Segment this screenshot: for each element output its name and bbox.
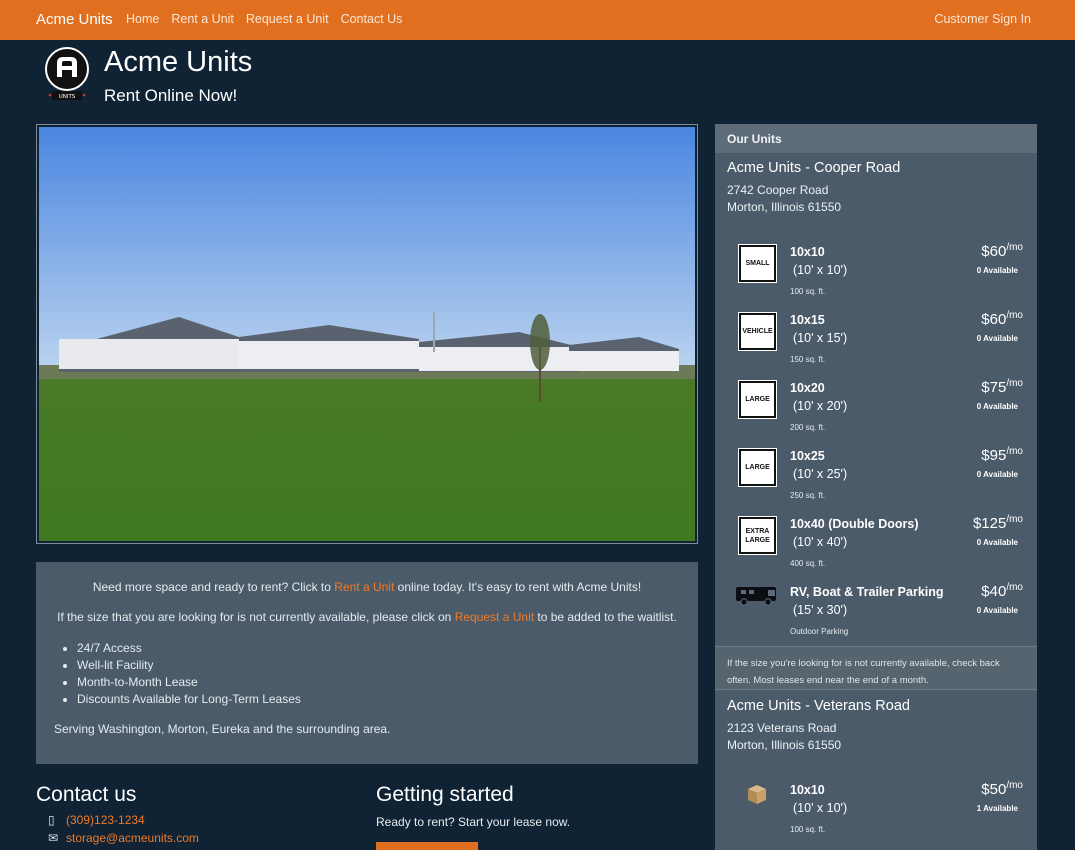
unit-row[interactable]: LARGE 10x25 (10' x 25') 250 sq. ft. $95/… — [715, 446, 1037, 514]
location-cooper-road: Acme Units - Cooper Road 2742 Cooper Roa… — [715, 160, 912, 216]
contact-heading: Contact us — [36, 783, 137, 806]
rv-vehicle-icon — [735, 585, 779, 612]
unit-title: 10x10 — [790, 245, 825, 259]
service-area-text: Serving Washington, Morton, Eureka and t… — [54, 722, 391, 736]
unit-price: $50/mo — [981, 780, 1023, 798]
unit-title: 10x25 — [790, 449, 825, 463]
unit-dimensions: (10' x 10') — [793, 263, 848, 277]
unit-area: 100 sq. ft. — [790, 825, 826, 834]
unit-row[interactable]: EXTRA LARGE 10x40 (Double Doors) (10' x … — [715, 514, 1037, 582]
unit-dimensions: (10' x 20') — [793, 399, 848, 413]
rent-a-unit-link[interactable]: Rent a Unit — [334, 580, 394, 594]
unit-price: $95/mo — [981, 446, 1023, 464]
unit-price: $60/mo — [981, 242, 1023, 260]
our-units-sidebar: Our Units Acme Units - Cooper Road 2742 … — [715, 124, 1037, 850]
unit-dimensions: (10' x 15') — [793, 331, 848, 345]
nav-request-unit-link[interactable]: Request a Unit — [246, 12, 329, 26]
box-icon — [745, 782, 769, 811]
unit-size-badge: LARGE — [738, 448, 777, 487]
unit-price: $40/mo — [981, 582, 1023, 600]
unit-dimensions: (10' x 25') — [793, 467, 848, 481]
customer-sign-in-link[interactable]: Customer Sign In — [934, 12, 1031, 26]
email-link[interactable]: storage@acmeunits.com — [66, 831, 199, 845]
unit-area: 250 sq. ft. — [790, 491, 826, 500]
unit-size-badge: VEHICLE — [738, 312, 777, 351]
unit-price: $75/mo — [981, 378, 1023, 396]
unit-row[interactable]: SMALL 10x10 (10' x 10') 100 sq. ft. $60/… — [715, 242, 1037, 310]
unit-availability: 0 Available — [976, 470, 1018, 479]
unit-title: 10x10 — [790, 783, 825, 797]
unit-area: Outdoor Parking — [790, 627, 849, 636]
site-subtitle: Rent Online Now! — [104, 86, 238, 105]
feature-item: Month-to-Month Lease — [77, 674, 680, 691]
contact-email: ✉ storage@acmeunits.com — [48, 831, 199, 845]
getting-started-text: Ready to rent? Start your lease now. — [376, 815, 571, 829]
location-name: Acme Units - Cooper Road — [727, 160, 901, 176]
unit-area: 400 sq. ft. — [790, 559, 826, 568]
unit-dimensions: (10' x 40') — [793, 535, 848, 549]
hero-photo-storage-facility — [36, 124, 698, 544]
waitlist-text: If the size that you are looking for is … — [57, 610, 677, 624]
unit-area: 200 sq. ft. — [790, 423, 826, 432]
nav-contact-link[interactable]: Contact Us — [341, 12, 403, 26]
unit-title: 10x15 — [790, 313, 825, 327]
location-name: Acme Units - Veterans Road — [727, 698, 910, 714]
unit-row[interactable]: VEHICLE 10x15 (10' x 15') 150 sq. ft. $6… — [715, 310, 1037, 378]
unit-dimensions: (10' x 10') — [793, 801, 848, 815]
nav-rent-unit-link[interactable]: Rent a Unit — [171, 12, 234, 26]
info-panel: Need more space and ready to rent? Click… — [36, 562, 698, 764]
envelope-icon: ✉ — [48, 831, 59, 845]
request-a-unit-link[interactable]: Request a Unit — [455, 610, 534, 624]
location-address: 2123 Veterans Road Morton, Illinois 6155… — [727, 721, 842, 752]
unit-availability: 0 Available — [976, 266, 1018, 275]
unit-price: $125/mo — [972, 514, 1023, 532]
nav-links: Home Rent a Unit Request a Unit Contact … — [126, 12, 402, 26]
mobile-phone-icon: ▯ — [48, 813, 55, 827]
phone-link[interactable]: (309)123-1234 — [66, 813, 145, 827]
unit-size-badge: LARGE — [738, 380, 777, 419]
unit-availability: 0 Available — [976, 402, 1018, 411]
unit-area: 150 sq. ft. — [790, 355, 826, 364]
start-lease-button[interactable] — [376, 842, 478, 850]
unit-availability: 0 Available — [976, 334, 1018, 343]
feature-item: Discounts Available for Long-Term Leases — [77, 691, 680, 708]
unit-title: RV, Boat & Trailer Parking — [790, 585, 944, 599]
unit-title: 10x20 — [790, 381, 825, 395]
unit-availability: 0 Available — [976, 538, 1018, 547]
site-title: Acme Units — [104, 46, 253, 78]
unit-row[interactable]: RV, Boat & Trailer Parking (15' x 30') O… — [715, 582, 1037, 650]
contact-phone: ▯ (309)123-1234 — [48, 813, 145, 827]
location-veterans-road: Acme Units - Veterans Road 2123 Veterans… — [715, 698, 922, 754]
unit-area: 100 sq. ft. — [790, 287, 826, 296]
unit-size-badge: EXTRA LARGE — [738, 516, 777, 555]
rent-intro-text: Need more space and ready to rent? Click… — [92, 580, 642, 594]
feature-list: 24/7 Access Well-lit Facility Month-to-M… — [77, 640, 680, 708]
navbar-brand[interactable]: Acme Units — [36, 11, 113, 28]
unit-row[interactable]: 10x10 (10' x 10') 100 sq. ft. $50/mo 1 A… — [715, 780, 1037, 848]
acme-units-logo: UNITS — [44, 47, 90, 103]
location-address: 2742 Cooper Road Morton, Illinois 61550 — [727, 183, 842, 214]
unit-size-badge: SMALL — [738, 244, 777, 283]
unit-availability: 1 Available — [976, 804, 1018, 813]
unit-row[interactable]: LARGE 10x20 (10' x 20') 200 sq. ft. $75/… — [715, 378, 1037, 446]
unit-price: $60/mo — [981, 310, 1023, 328]
availability-note: If the size you're looking for is not cu… — [715, 646, 1037, 690]
feature-item: 24/7 Access — [77, 640, 680, 657]
unit-title: 10x40 (Double Doors) — [790, 517, 919, 531]
our-units-heading: Our Units — [715, 124, 1037, 153]
unit-availability: 0 Available — [976, 606, 1018, 615]
getting-started-heading: Getting started — [376, 783, 514, 806]
feature-item: Well-lit Facility — [77, 657, 680, 674]
unit-dimensions: (15' x 30') — [793, 603, 848, 617]
svg-text:UNITS: UNITS — [59, 94, 76, 100]
top-navbar: Acme Units Home Rent a Unit Request a Un… — [0, 0, 1075, 40]
nav-home-link[interactable]: Home — [126, 12, 159, 26]
